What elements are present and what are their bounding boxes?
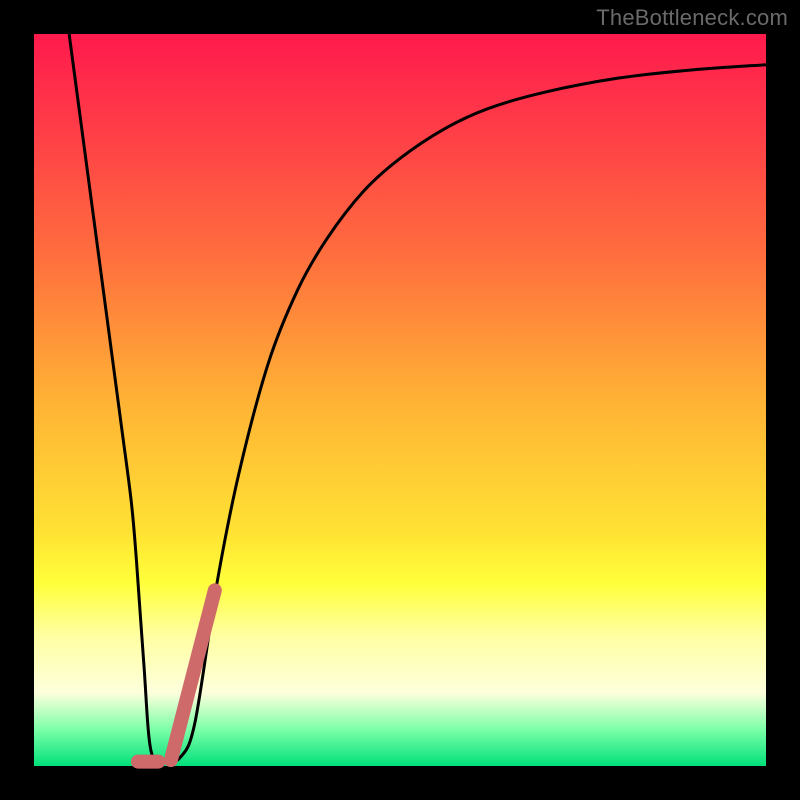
outer-frame: TheBottleneck.com [0, 0, 800, 800]
plot-area [34, 34, 766, 766]
bottleneck-curve-path [69, 34, 766, 761]
bottleneck-curve [69, 34, 766, 761]
chart-canvas [34, 34, 766, 766]
watermark-source: TheBottleneck.com [596, 5, 788, 31]
